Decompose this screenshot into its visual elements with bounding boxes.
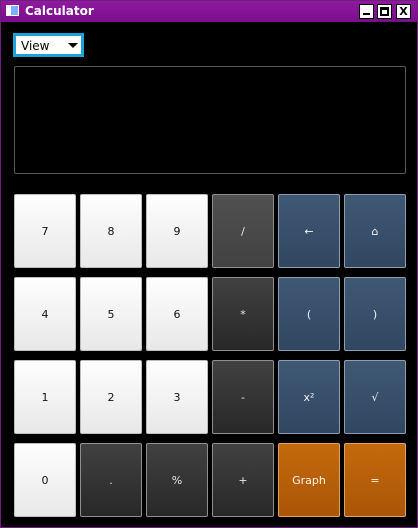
percent-button[interactable]: % xyxy=(146,443,208,517)
title-bar[interactable]: Calculator X xyxy=(1,1,417,22)
digit-1-button[interactable]: 1 xyxy=(14,360,76,434)
digit-2-button[interactable]: 2 xyxy=(80,360,142,434)
calculator-display xyxy=(14,66,406,174)
square-root-button[interactable]: √ xyxy=(344,360,406,434)
home-button[interactable]: ⌂ xyxy=(344,194,406,268)
digit-5-button[interactable]: 5 xyxy=(80,277,142,351)
maximize-button[interactable] xyxy=(377,4,392,19)
add-button[interactable]: + xyxy=(212,443,274,517)
close-parenthesis-button[interactable]: ) xyxy=(344,277,406,351)
divide-button[interactable]: / xyxy=(212,194,274,268)
graph-button[interactable]: Graph xyxy=(278,443,340,517)
open-parenthesis-button[interactable]: ( xyxy=(278,277,340,351)
close-icon: X xyxy=(399,5,408,18)
digit-6-button[interactable]: 6 xyxy=(146,277,208,351)
digit-7-button[interactable]: 7 xyxy=(14,194,76,268)
digit-3-button[interactable]: 3 xyxy=(146,360,208,434)
backspace-button[interactable]: ← xyxy=(278,194,340,268)
decimal-point-button[interactable]: . xyxy=(80,443,142,517)
digit-9-button[interactable]: 9 xyxy=(146,194,208,268)
close-button[interactable]: X xyxy=(396,4,411,19)
view-dropdown[interactable]: View xyxy=(13,33,84,57)
multiply-button[interactable]: * xyxy=(212,277,274,351)
calculator-window: Calculator X View 7 8 9 / ← ⌂ 4 5 6 * ( … xyxy=(0,0,418,528)
equals-button[interactable]: = xyxy=(344,443,406,517)
square-button[interactable]: x² xyxy=(278,360,340,434)
subtract-button[interactable]: - xyxy=(212,360,274,434)
minimize-button[interactable] xyxy=(359,4,374,19)
minimize-icon xyxy=(363,13,370,15)
maximize-icon xyxy=(380,7,389,16)
calculator-app-icon xyxy=(6,5,19,16)
view-dropdown-label: View xyxy=(21,39,50,53)
window-title: Calculator xyxy=(25,4,94,18)
digit-8-button[interactable]: 8 xyxy=(80,194,142,268)
digit-4-button[interactable]: 4 xyxy=(14,277,76,351)
chevron-down-icon xyxy=(68,43,78,48)
digit-0-button[interactable]: 0 xyxy=(14,443,76,517)
